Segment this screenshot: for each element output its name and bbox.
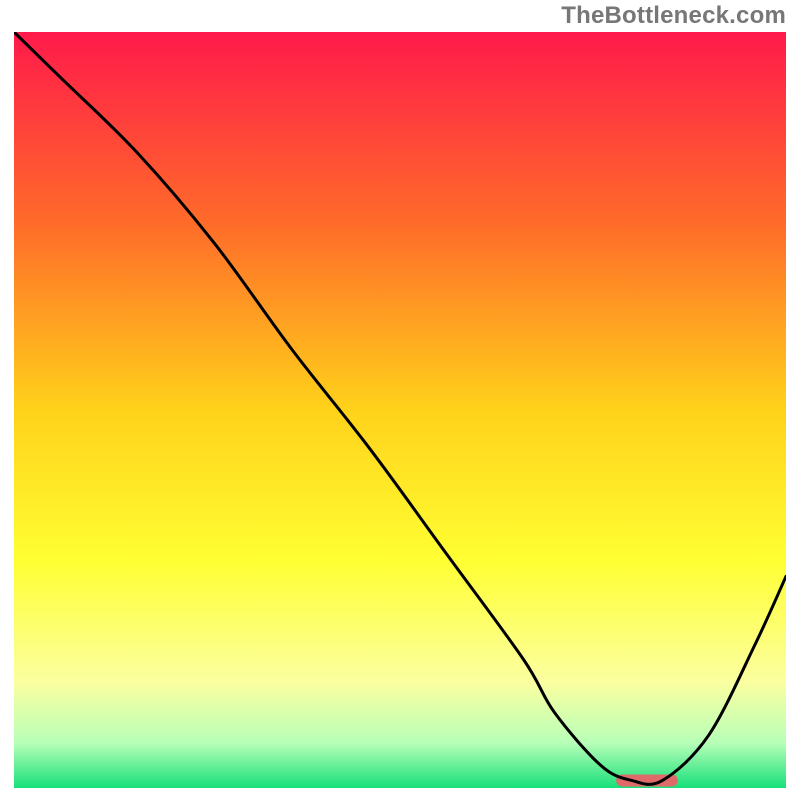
plot-svg (14, 32, 786, 788)
chart-container: TheBottleneck.com (0, 0, 800, 800)
watermark-text: TheBottleneck.com (561, 2, 786, 30)
